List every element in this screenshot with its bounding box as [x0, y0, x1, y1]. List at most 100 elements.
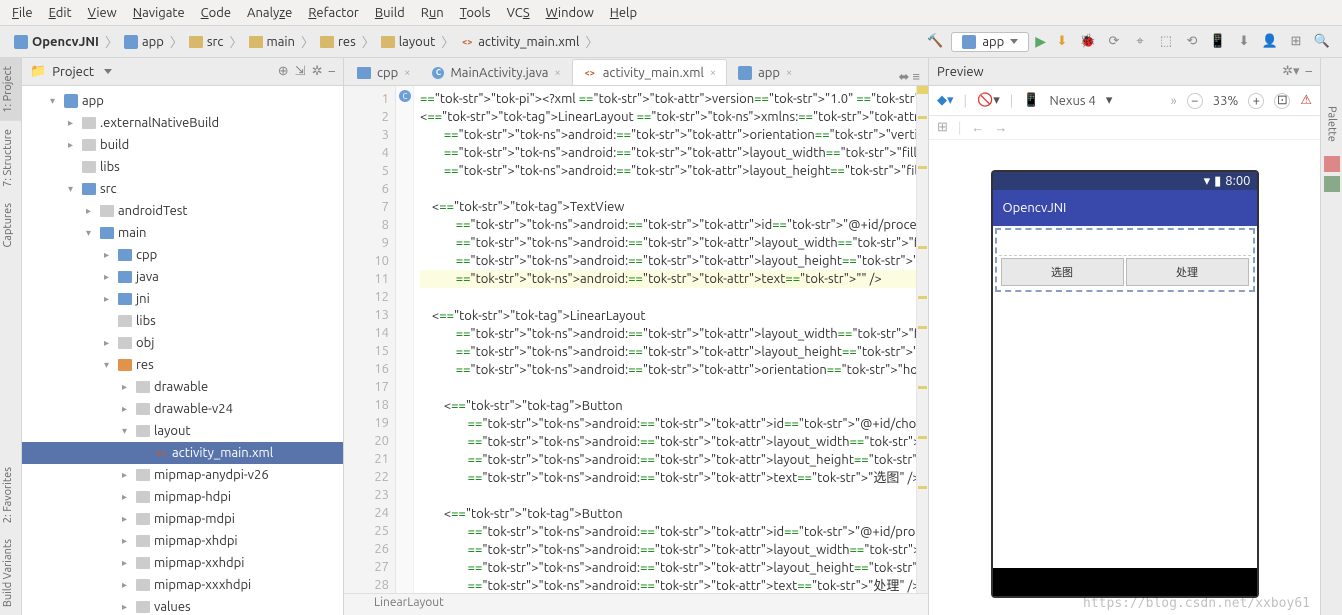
breadcrumb-item[interactable]: <>activity_main.xml	[456, 33, 583, 51]
attach-debugger-icon[interactable]: ⌖	[1130, 34, 1150, 49]
expand-arrow-icon[interactable]: ▸	[122, 513, 132, 525]
sync-gradle-icon[interactable]: ⟲	[1182, 34, 1202, 49]
menu-file[interactable]: File	[6, 4, 39, 22]
menu-vcs[interactable]: VCS	[501, 4, 536, 22]
preview-gear-icon[interactable]: ✲▾	[1282, 64, 1299, 79]
tool-structure[interactable]: 7: Structure	[0, 121, 21, 195]
debug-button[interactable]: 🐞	[1078, 34, 1098, 49]
tree-item[interactable]: ▾res	[22, 354, 343, 376]
tree-item[interactable]: ▸mipmap-xxxhdpi	[22, 574, 343, 596]
avd-manager-icon[interactable]: 📱	[1208, 34, 1228, 49]
tree-item[interactable]: <>activity_main.xml	[22, 442, 343, 464]
tree-item[interactable]: ▾src	[22, 178, 343, 200]
menu-run[interactable]: Run	[415, 4, 450, 22]
menu-tools[interactable]: Tools	[454, 4, 497, 22]
expand-arrow-icon[interactable]: ▾	[104, 359, 114, 371]
tree-item[interactable]: ▸drawable	[22, 376, 343, 398]
menu-refactor[interactable]: Refactor	[302, 4, 365, 22]
expand-arrow-icon[interactable]: ▸	[104, 249, 114, 261]
expand-arrow-icon[interactable]: ▸	[122, 601, 132, 613]
gear-icon[interactable]: ✲	[312, 64, 323, 79]
menu-code[interactable]: Code	[195, 4, 237, 22]
tree-item[interactable]: ▸cpp	[22, 244, 343, 266]
tree-item[interactable]: libs	[22, 310, 343, 332]
prev-icon[interactable]: ←	[971, 120, 984, 135]
expand-arrow-icon[interactable]: ▾	[68, 183, 78, 195]
tree-item[interactable]: ▾app	[22, 90, 343, 112]
close-icon[interactable]: ×	[404, 67, 410, 79]
sdk-manager-icon[interactable]: ⬇	[1234, 34, 1254, 49]
preview-button-choose[interactable]: 选图	[1001, 258, 1124, 286]
stop-icon[interactable]: ⬚	[1156, 34, 1176, 49]
line-gutter[interactable]: 1234567891011121314151617181920212223242…	[344, 86, 396, 593]
preview-button-process[interactable]: 处理	[1126, 258, 1249, 286]
warnings-icon[interactable]: ⚠	[1300, 93, 1312, 108]
tree-item[interactable]: ▸androidTest	[22, 200, 343, 222]
breadcrumb-item[interactable]: main	[245, 33, 299, 51]
run-button[interactable]: ▶	[1035, 33, 1046, 50]
tree-item[interactable]: ▸.externalNativeBuild	[22, 112, 343, 134]
expand-arrow-icon[interactable]: ▸	[122, 403, 132, 415]
preview-textview[interactable]	[999, 232, 1251, 256]
tree-item[interactable]: ▸java	[22, 266, 343, 288]
menu-window[interactable]: Window	[540, 4, 600, 22]
editor-tab[interactable]: cpp×	[346, 59, 421, 85]
expand-arrow-icon[interactable]: ▾	[122, 425, 132, 437]
expand-arrow-icon[interactable]: ▸	[104, 293, 114, 305]
zoom-in-icon[interactable]: +	[1248, 93, 1264, 109]
close-icon[interactable]: ×	[710, 67, 716, 79]
tool-favorites[interactable]: 2: Favorites	[0, 459, 21, 531]
editor-tab[interactable]: CMainActivity.java×	[421, 59, 571, 85]
project-tree[interactable]: ▾app▸.externalNativeBuild▸buildlibs▾src▸…	[22, 86, 343, 615]
profile-icon[interactable]: ⟳	[1104, 34, 1124, 49]
editor-tab[interactable]: app×	[727, 59, 803, 85]
tool-captures[interactable]: Captures	[0, 195, 21, 255]
breadcrumb-item[interactable]: OpencvJNI	[10, 33, 103, 51]
next-icon[interactable]: →	[994, 120, 1007, 135]
scroll-from-source-icon[interactable]: ⊕	[278, 64, 289, 79]
close-icon[interactable]: ×	[786, 67, 792, 79]
preview-hide-icon[interactable]: ⎯	[1306, 64, 1313, 79]
expand-arrow-icon[interactable]: ▸	[68, 139, 78, 151]
zoom-out-icon[interactable]: −	[1187, 93, 1203, 109]
structure-icon[interactable]: ⊞	[1286, 34, 1306, 49]
folding-gutter[interactable]: C	[396, 86, 414, 593]
expand-arrow-icon[interactable]: ▸	[104, 337, 114, 349]
run-config-selector[interactable]: app	[951, 32, 1029, 52]
expand-arrow-icon[interactable]: ▸	[104, 271, 114, 283]
tree-item[interactable]: ▸jni	[22, 288, 343, 310]
error-stripe[interactable]	[916, 86, 928, 593]
make-project-icon[interactable]: 🔨	[925, 34, 945, 49]
expand-arrow-icon[interactable]: ▸	[122, 491, 132, 503]
palette-icon-2[interactable]	[1324, 176, 1340, 192]
device-selector[interactable]: Nexus 4	[1049, 94, 1095, 108]
expand-arrow-icon[interactable]: ▾	[86, 227, 96, 239]
menu-build[interactable]: Build	[369, 4, 411, 22]
menu-navigate[interactable]: Navigate	[127, 4, 191, 22]
editor-tab[interactable]: <>activity_main.xml×	[572, 59, 727, 85]
tree-item[interactable]: ▸drawable-v24	[22, 398, 343, 420]
tree-item[interactable]: ▸mipmap-xhdpi	[22, 530, 343, 552]
zoom-fit-icon[interactable]: ⊡	[1274, 93, 1290, 109]
expand-arrow-icon[interactable]: ▸	[86, 205, 96, 217]
tree-item[interactable]: ▸mipmap-xxhdpi	[22, 552, 343, 574]
menu-edit[interactable]: Edit	[43, 4, 78, 22]
tool-build-variants[interactable]: Build Variants	[0, 531, 21, 615]
apply-changes-icon[interactable]: ⬇	[1052, 34, 1072, 49]
pan-icon[interactable]: ⊞	[937, 120, 948, 135]
tree-item[interactable]: libs	[22, 156, 343, 178]
tree-item[interactable]: ▸values	[22, 596, 343, 615]
device-dropdown-icon[interactable]: ▾	[1106, 93, 1113, 108]
expand-arrow-icon[interactable]: ▸	[122, 535, 132, 547]
tree-item[interactable]: ▸mipmap-anydpi-v26	[22, 464, 343, 486]
collapse-all-icon[interactable]: ⇲	[295, 64, 306, 79]
project-view-dropdown[interactable]	[104, 69, 112, 74]
breadcrumb-item[interactable]: src	[185, 33, 228, 51]
device-frame[interactable]: ▾ ▮ 8:00 OpencvJNI 选图 处理	[991, 170, 1259, 598]
hide-icon[interactable]: ⎯	[329, 64, 336, 79]
palette-icon-1[interactable]	[1324, 156, 1340, 172]
breadcrumb[interactable]: OpencvJNI〉app〉src〉main〉res〉layout〉<>acti…	[10, 32, 600, 51]
palette-icon[interactable]: ◆▾	[937, 93, 954, 108]
menu-analyze[interactable]: Analyze	[241, 4, 298, 22]
breadcrumb-item[interactable]: app	[120, 33, 168, 51]
